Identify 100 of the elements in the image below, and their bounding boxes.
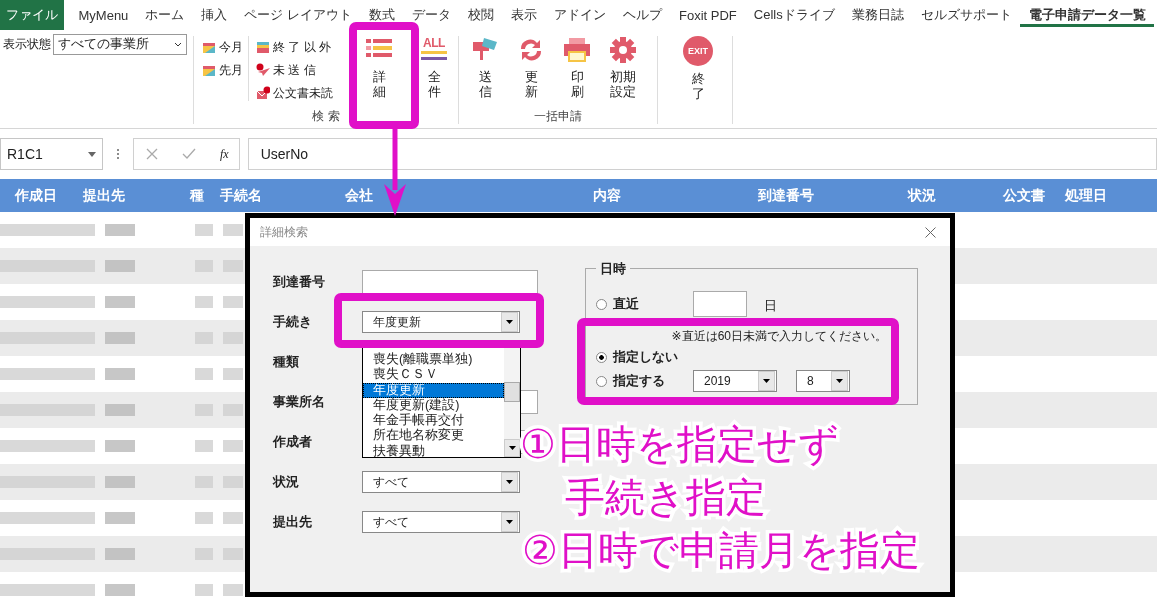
printer-icon xyxy=(562,36,592,64)
column-header: 到達番号 xyxy=(758,186,815,205)
list-item[interactable]: 年度更新 xyxy=(363,382,504,398)
dialog-title: 詳細検索 xyxy=(260,224,308,240)
scrollbar[interactable] xyxy=(504,346,520,457)
field-label: 種類 xyxy=(273,353,300,371)
column-header: 状況 xyxy=(908,186,937,205)
annotation-text: ①日時を指定せず xyxy=(520,421,839,468)
list-item[interactable]: 扶養異動 xyxy=(363,443,504,457)
ribbon-tab[interactable]: 挿入 xyxy=(192,0,236,30)
ribbon-button[interactable]: 終 了 以 外 xyxy=(256,37,333,57)
ribbon-button[interactable]: EXIT 終了 xyxy=(680,30,716,108)
annotation-text: ②日時で申請月を指定 xyxy=(522,527,920,574)
ribbon-tab[interactable]: 業務日誌 xyxy=(843,0,913,30)
blurred-text xyxy=(195,512,213,524)
cancel-icon xyxy=(146,148,158,160)
list-item[interactable]: 所在地名称変更 xyxy=(363,428,504,444)
ribbon-tab[interactable]: 数式 xyxy=(360,0,404,30)
column-header: 処理日 xyxy=(1065,186,1108,205)
ribbon-tab[interactable]: データ xyxy=(403,0,460,30)
ribbon-button[interactable]: 初期設定 xyxy=(605,30,641,108)
calendar-icon xyxy=(202,63,216,77)
input-field[interactable] xyxy=(693,291,747,317)
blurred-text xyxy=(105,368,135,380)
ribbon-button[interactable]: 更新 xyxy=(513,30,549,108)
dropdown-arrow-icon xyxy=(506,480,513,484)
blurred-text xyxy=(223,440,243,452)
combo-box[interactable]: 年度更新 xyxy=(362,311,520,333)
ribbon-tab[interactable]: 電子申請データ一覧 xyxy=(1020,0,1155,30)
list-item[interactable]: 年金手帳再交付 xyxy=(363,413,504,429)
blurred-text xyxy=(223,296,243,308)
dropdown-arrow-icon xyxy=(508,446,516,450)
view-select[interactable]: すべての事業所 xyxy=(53,34,187,55)
ribbon-tab[interactable]: 表示 xyxy=(502,0,546,30)
name-box[interactable]: R1C1 xyxy=(0,138,103,170)
ribbon-button[interactable]: 公文書未読 xyxy=(256,83,333,103)
group-label: 一括申請 xyxy=(533,108,583,125)
more-icon xyxy=(116,148,120,160)
blurred-text xyxy=(105,224,135,236)
ribbon-button[interactable]: 印刷 xyxy=(559,30,595,108)
scroll-thumb[interactable] xyxy=(504,382,520,402)
envelope-icon xyxy=(256,86,270,100)
ribbon-button[interactable]: 送信 xyxy=(467,30,503,108)
list-item[interactable]: 年度更新(建設) xyxy=(363,397,504,414)
function-button[interactable]: fx xyxy=(220,146,229,162)
ribbon-tab[interactable]: Cellsドライブ xyxy=(745,0,844,30)
caret-icon xyxy=(174,42,182,47)
input-field[interactable] xyxy=(362,270,538,294)
unit-label: 日 xyxy=(764,297,777,315)
note-text: ※直近は60日未満で入力してください。 xyxy=(671,330,887,343)
ribbon-button[interactable]: 先月 xyxy=(202,60,243,80)
ribbon-tab[interactable]: ホーム xyxy=(136,0,193,30)
combo-box[interactable]: 8 xyxy=(796,370,850,392)
calendar-icon xyxy=(202,40,216,54)
paper-plane-icon xyxy=(256,63,270,77)
ribbon-tab[interactable]: アドイン xyxy=(545,0,615,30)
ribbon-tab[interactable]: セルズサポート xyxy=(912,0,1021,30)
ribbon-tab[interactable]: Foxit PDF xyxy=(670,0,746,30)
field-label: 到達番号 xyxy=(273,273,326,291)
radio-option[interactable]: 指定しない xyxy=(596,345,693,369)
column-header: 手続名 xyxy=(220,186,263,205)
formula-field[interactable]: UserNo xyxy=(247,138,1157,170)
ribbon-button[interactable]: 詳細 xyxy=(361,30,397,108)
check-icon xyxy=(182,148,196,160)
close-icon xyxy=(925,226,936,238)
column-header: 内容 xyxy=(593,186,622,205)
blurred-text xyxy=(105,440,135,452)
ribbon-tab[interactable]: ページ レイアウト xyxy=(235,0,361,30)
radio-option[interactable]: 直近 xyxy=(596,292,693,316)
file-tab[interactable]: ファイル xyxy=(0,0,64,30)
ribbon-button[interactable]: ALL 全件 xyxy=(416,30,452,108)
ribbon-tab[interactable]: MyMenu xyxy=(70,0,137,30)
combo-box[interactable]: 2019 xyxy=(693,370,777,392)
ribbon-tab[interactable]: ヘルプ xyxy=(614,0,671,30)
list-item[interactable]: 喪失ＣＳＶ xyxy=(363,367,504,383)
folder-icon xyxy=(256,40,270,54)
combo-box[interactable]: すべて xyxy=(362,471,520,493)
blurred-text xyxy=(105,548,135,560)
ribbon-tab[interactable]: 校閲 xyxy=(459,0,503,30)
column-header: 作成日 xyxy=(15,186,58,205)
ribbon-button[interactable]: 今月 xyxy=(202,37,243,57)
column-header: 公文書 xyxy=(1003,186,1046,205)
dropdown-arrow-icon xyxy=(506,520,513,524)
ribbon-button[interactable]: 未 送 信 xyxy=(256,60,333,80)
blurred-text xyxy=(105,332,135,344)
radio-button[interactable] xyxy=(596,375,607,387)
field-label: 事業所名 xyxy=(273,393,326,411)
gear-icon xyxy=(608,36,638,64)
blurred-text xyxy=(223,584,243,596)
field-label: 提出先 xyxy=(273,513,313,531)
radio-button[interactable] xyxy=(596,298,607,310)
radio-button[interactable] xyxy=(596,351,607,363)
combo-box[interactable]: すべて xyxy=(362,511,520,533)
column-header: 提出先 xyxy=(83,186,126,205)
exit-icon: EXIT xyxy=(683,36,713,66)
group-box-title: 日時 xyxy=(596,261,630,278)
list-item[interactable]: 喪失(離職票単独) xyxy=(363,352,504,368)
caret-icon xyxy=(88,151,96,157)
blurred-text xyxy=(105,512,135,524)
radio-option[interactable]: 指定する xyxy=(596,369,693,393)
